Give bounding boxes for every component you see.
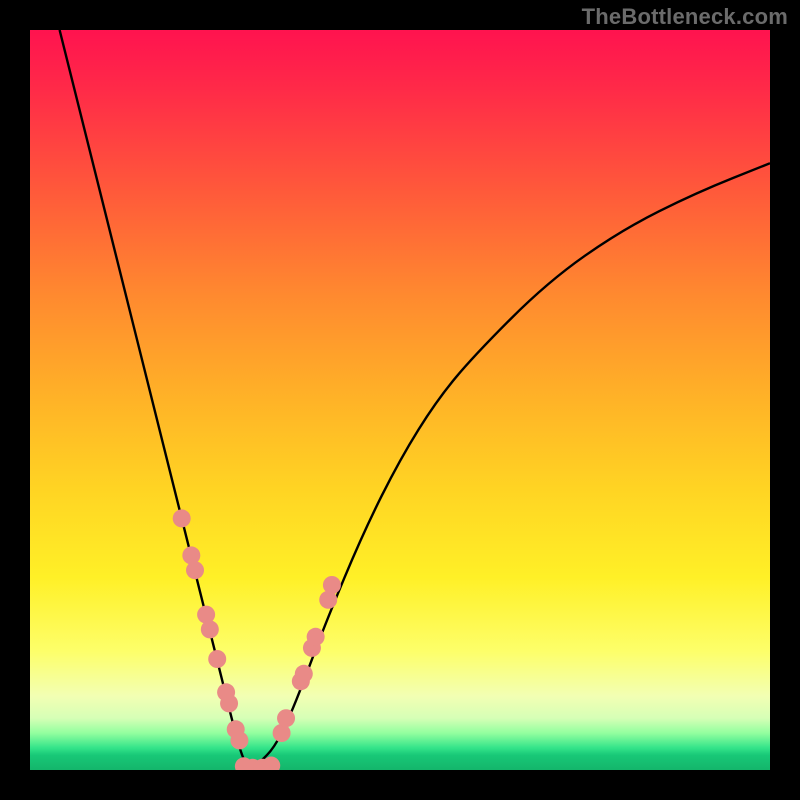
- left-branch-dots: [173, 509, 249, 749]
- marker-dot: [295, 665, 313, 683]
- marker-dot: [323, 576, 341, 594]
- marker-dot: [277, 709, 295, 727]
- chart-stage: TheBottleneck.com: [0, 0, 800, 800]
- valley-dots: [235, 757, 280, 770]
- right-branch-dots: [273, 576, 341, 742]
- marker-dot: [201, 620, 219, 638]
- curve-layer: [30, 30, 770, 770]
- plot-frame: [30, 30, 770, 770]
- marker-dot: [307, 628, 325, 646]
- marker-dot: [186, 561, 204, 579]
- marker-dot: [173, 509, 191, 527]
- watermark-text: TheBottleneck.com: [582, 4, 788, 30]
- marker-dot: [208, 650, 226, 668]
- marker-dot: [220, 694, 238, 712]
- marker-dot: [230, 731, 248, 749]
- bottleneck-curve: [60, 30, 770, 768]
